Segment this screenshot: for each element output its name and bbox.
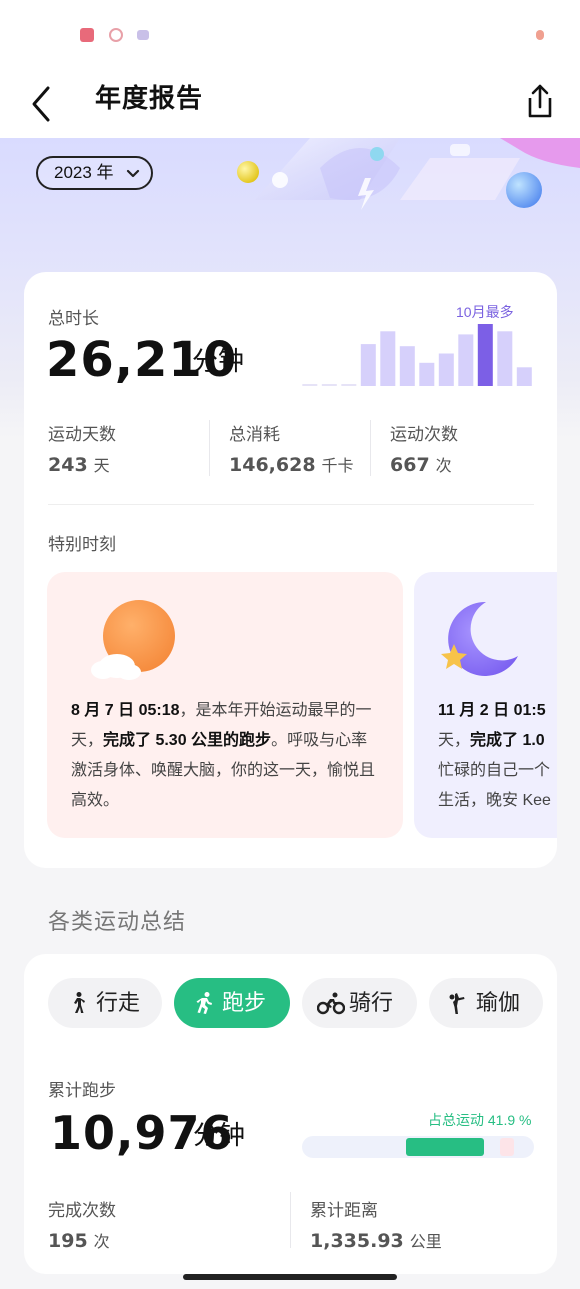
total-duration-unit: 分钟 <box>192 346 245 376</box>
tab-yoga[interactable]: 瑜伽 <box>429 978 543 1028</box>
walk-icon <box>74 992 85 1013</box>
divider <box>209 420 210 476</box>
page-title: 年度报告 <box>95 83 204 113</box>
chart-bar-7月 <box>419 362 435 386</box>
chart-bar-1月 <box>302 384 318 386</box>
stat-label: 总消耗 <box>229 425 280 444</box>
stat-label: 运动次数 <box>390 425 458 444</box>
app-header: 年度报告 <box>0 70 580 138</box>
moment-line: 忙碌的自己一个 <box>438 762 551 779</box>
tab-label: 跑步 <box>222 990 267 1015</box>
tab-label: 瑜伽 <box>476 990 521 1015</box>
stat-unit: 公里 <box>409 1234 442 1251</box>
battery-icon <box>536 30 544 40</box>
stat-label: 运动天数 <box>48 425 116 444</box>
sport-summary-card: 行走 跑步 骑行 瑜伽 累计跑步 10,976 分钟 占总运动 41.9 % 完… <box>24 954 557 1274</box>
chart-peak-label: 10月最多 <box>456 304 514 320</box>
moment-action: 完成了 1.0 <box>470 732 545 749</box>
stat-run-count: 完成次数 195 次 <box>48 1196 116 1252</box>
notification-icon <box>109 28 123 42</box>
section-title: 各类运动总结 <box>48 909 187 934</box>
moment-text: 11 月 2 日 01:5 天，完成了 1.0 忙碌的自己一个 生活，晚安 Ke… <box>438 696 557 816</box>
moment-card-earliest[interactable]: 8 月 7 日 05:18，是本年开始运动最早的一天，完成了 5.30 公里的跑… <box>47 572 403 838</box>
stat-unit: 千卡 <box>321 458 354 475</box>
monthly-bar-chart <box>302 324 532 386</box>
moon-icon <box>441 601 518 676</box>
stat-number: 146,628 <box>229 454 316 476</box>
run-share-fill <box>406 1138 484 1156</box>
chevron-left-icon <box>32 86 50 122</box>
year-selector-label: 2023 年 <box>54 163 114 182</box>
stat-run-distance: 累计距离 1,335.93 公里 <box>310 1196 442 1252</box>
stat-value: 195 次 <box>48 1228 110 1252</box>
chart-bar-2月 <box>321 384 337 386</box>
stat-workouts: 运动次数 667 次 <box>390 420 458 476</box>
summary-stats: 运动天数 243 天 总消耗 146,628 千卡 运动次数 667 次 <box>24 420 557 480</box>
stat-number: 243 <box>48 454 88 476</box>
stat-value: 243 天 <box>48 452 110 476</box>
notification-icon <box>137 30 149 40</box>
tab-label: 行走 <box>96 990 141 1015</box>
chart-bar-9月 <box>458 334 474 386</box>
moment-card-latest[interactable]: 11 月 2 日 01:5 天，完成了 1.0 忙碌的自己一个 生活，晚安 Ke… <box>414 572 557 838</box>
share-icon <box>528 84 552 118</box>
chevron-down-icon <box>126 169 140 178</box>
total-duration-label: 总时长 <box>48 309 99 328</box>
yoga-icon <box>449 993 465 1014</box>
chart-bar-4月 <box>360 344 376 386</box>
notification-icon <box>80 28 94 42</box>
moment-text-part: 天， <box>438 732 471 749</box>
moment-text: 8 月 7 日 05:18，是本年开始运动最早的一天，完成了 5.30 公里的跑… <box>71 696 381 816</box>
status-bar <box>0 0 580 70</box>
chart-bar-3月 <box>341 384 357 386</box>
run-share-label: 占总运动 41.9 % <box>428 1112 532 1128</box>
stat-unit: 天 <box>93 458 110 475</box>
tab-label: 骑行 <box>349 990 394 1015</box>
moment-line: 生活，晚安 Kee <box>438 792 551 809</box>
home-indicator[interactable] <box>183 1274 397 1280</box>
stat-calories: 总消耗 146,628 千卡 <box>229 420 354 476</box>
stat-number: 1,335.93 <box>310 1230 404 1252</box>
chart-bar-8月 <box>438 353 454 386</box>
other-share-segment <box>500 1138 514 1156</box>
run-total-unit: 分钟 <box>193 1120 246 1150</box>
sun-icon <box>91 600 175 680</box>
moment-date: 8 月 7 日 05:18 <box>71 702 180 719</box>
moment-action: 完成了 5.30 公里的跑步 <box>103 732 272 749</box>
moment-date: 11 月 2 日 01:5 <box>438 702 546 719</box>
tab-bike[interactable]: 骑行 <box>302 978 417 1028</box>
divider <box>290 1192 291 1248</box>
stat-number: 667 <box>390 454 430 476</box>
annual-summary-card: 总时长 26,210 分钟 10月最多 运动天数 243 天 总消耗 146,62… <box>24 272 557 868</box>
back-button[interactable] <box>22 82 66 126</box>
stat-label: 累计距离 <box>310 1201 378 1220</box>
bike-icon <box>317 992 345 1015</box>
tab-walk[interactable]: 行走 <box>48 978 162 1028</box>
tab-run[interactable]: 跑步 <box>174 978 290 1028</box>
divider <box>48 504 534 505</box>
chart-bar-6月 <box>399 346 415 386</box>
special-moments-label: 特别时刻 <box>48 535 116 554</box>
stat-unit: 次 <box>435 458 452 475</box>
share-button[interactable] <box>518 80 560 122</box>
chart-bar-10月 <box>477 324 493 386</box>
moment-line: 天，完成了 1.0 <box>438 726 557 756</box>
stat-label: 完成次数 <box>48 1201 116 1220</box>
run-share-bar <box>302 1136 534 1158</box>
year-selector[interactable]: 2023 年 <box>36 156 153 190</box>
chart-bar-11月 <box>497 331 513 386</box>
stat-value: 146,628 千卡 <box>229 452 354 476</box>
divider <box>370 420 371 476</box>
chart-bar-5月 <box>380 331 396 386</box>
stat-unit: 次 <box>93 1234 110 1251</box>
stat-number: 195 <box>48 1230 88 1252</box>
stat-value: 1,335.93 公里 <box>310 1228 442 1252</box>
run-icon <box>196 992 212 1014</box>
stat-value: 667 次 <box>390 452 452 476</box>
chart-bar-12月 <box>516 367 532 386</box>
stat-active-days: 运动天数 243 天 <box>48 420 116 476</box>
run-total-label: 累计跑步 <box>48 1081 116 1100</box>
